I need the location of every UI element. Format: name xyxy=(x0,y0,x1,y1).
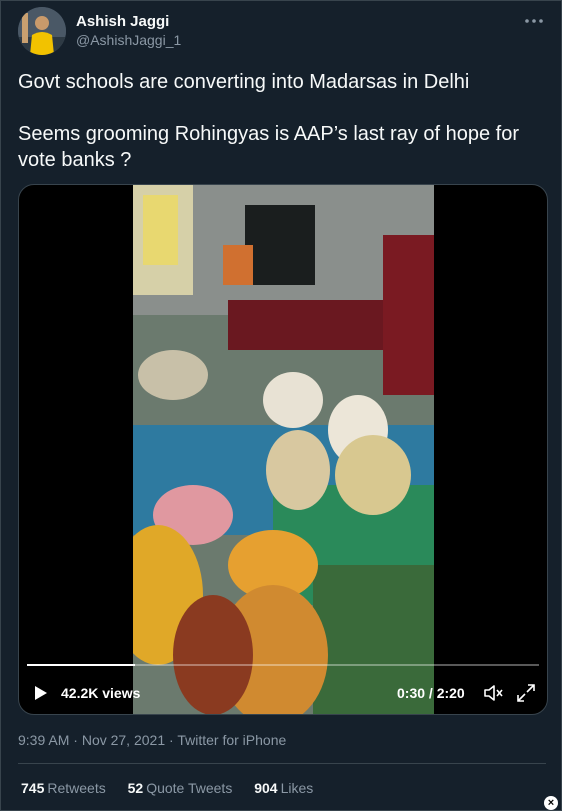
meta-separator: · xyxy=(165,732,178,748)
author-handle[interactable]: @AshishJaggi_1 xyxy=(76,32,181,48)
progress-fill xyxy=(27,664,135,666)
quote-tweets-stat[interactable]: 52 Quote Tweets xyxy=(128,780,233,796)
tweet-stats: 745 Retweets 52 Quote Tweets 904 Likes xyxy=(21,780,331,796)
tweet-text-line2: Seems grooming Rohingyas is AAP’s last r… xyxy=(18,123,519,171)
meta-separator: · xyxy=(69,732,82,748)
retweets-stat[interactable]: 745 Retweets xyxy=(21,780,106,796)
more-horizontal-icon[interactable] xyxy=(522,11,546,31)
likes-count: 904 xyxy=(254,780,278,796)
tweet-header: Ashish Jaggi @AshishJaggi_1 xyxy=(18,7,546,57)
divider xyxy=(18,763,546,764)
quote-tweets-count: 52 xyxy=(127,780,144,796)
author-name[interactable]: Ashish Jaggi xyxy=(76,13,169,30)
tweet-card: Ashish Jaggi @AshishJaggi_1 Govt schools… xyxy=(0,0,562,811)
video-frame[interactable] xyxy=(133,185,434,714)
close-icon[interactable]: × xyxy=(544,796,558,810)
progress-bar[interactable] xyxy=(27,664,539,666)
quote-tweets-label: Quote Tweets xyxy=(146,780,233,796)
retweets-label: Retweets xyxy=(47,780,106,796)
view-count: 42.2K views xyxy=(61,685,141,701)
tweet-text: Govt schools are converting into Madarsa… xyxy=(18,69,548,199)
fullscreen-icon[interactable] xyxy=(515,683,537,703)
tweet-text-line1: Govt schools are converting into Madarsa… xyxy=(18,71,470,93)
likes-stat[interactable]: 904 Likes xyxy=(254,780,313,796)
avatar[interactable] xyxy=(18,7,66,55)
retweets-count: 745 xyxy=(21,780,45,796)
playback-time: 0:30 / 2:20 xyxy=(397,685,465,701)
volume-muted-icon[interactable] xyxy=(483,683,505,703)
likes-label: Likes xyxy=(280,780,314,796)
tweet-source[interactable]: Twitter for iPhone xyxy=(177,732,286,748)
play-icon[interactable] xyxy=(33,685,49,701)
tweet-time[interactable]: 9:39 AM xyxy=(18,732,69,748)
video-controls: 42.2K views 0:30 / 2:20 xyxy=(19,675,547,711)
tweet-date[interactable]: Nov 27, 2021 xyxy=(82,732,165,748)
tweet-meta: 9:39 AM · Nov 27, 2021 · Twitter for iPh… xyxy=(18,732,286,748)
video-player[interactable]: 42.2K views 0:30 / 2:20 xyxy=(18,184,548,715)
